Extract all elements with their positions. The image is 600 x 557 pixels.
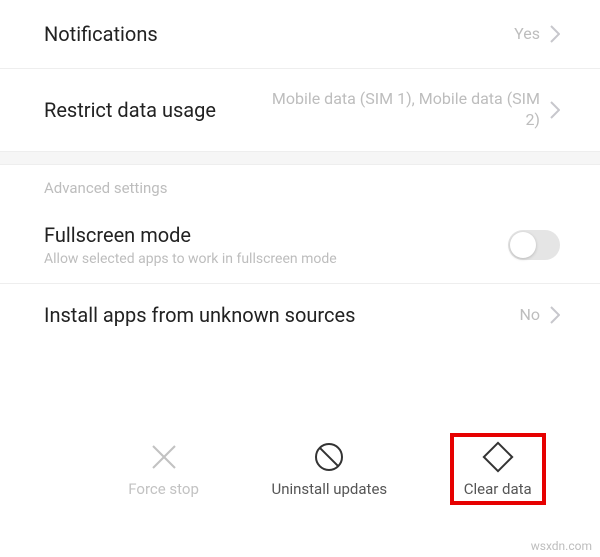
uninstall-updates-label: Uninstall updates: [271, 480, 387, 498]
force-stop-label: Force stop: [128, 480, 199, 498]
uninstall-updates-button[interactable]: Uninstall updates: [261, 433, 397, 505]
toggle-knob: [510, 232, 536, 258]
fullscreen-title: Fullscreen mode: [44, 223, 508, 247]
notifications-value: Yes: [514, 24, 540, 45]
install-unknown-value: No: [519, 305, 540, 326]
chevron-right-icon: [550, 306, 560, 324]
app-info-settings-page: Notifications Yes Restrict data usage Mo…: [0, 0, 600, 557]
fullscreen-subtitle: Allow selected apps to work in fullscree…: [44, 251, 404, 267]
restrict-data-title: Restrict data usage: [44, 98, 260, 122]
close-icon: [147, 440, 181, 474]
row-notifications[interactable]: Notifications Yes: [0, 0, 600, 68]
bottom-toolbar: Force stop Uninstall updates Clear data: [0, 425, 600, 513]
force-stop-button[interactable]: Force stop: [118, 433, 209, 505]
section-divider: [0, 151, 600, 165]
notifications-title: Notifications: [44, 22, 514, 46]
prohibit-icon: [312, 440, 346, 474]
watermark: wsxdn.com: [531, 539, 592, 553]
clear-data-button[interactable]: Clear data: [450, 433, 546, 505]
row-install-unknown[interactable]: Install apps from unknown sources No: [0, 283, 600, 347]
settings-list: Notifications Yes Restrict data usage Mo…: [0, 0, 600, 347]
chevron-right-icon: [550, 101, 560, 119]
eraser-icon: [481, 440, 515, 474]
fullscreen-toggle[interactable]: [508, 230, 560, 260]
clear-data-label: Clear data: [464, 480, 532, 498]
chevron-right-icon: [550, 25, 560, 43]
row-fullscreen-mode[interactable]: Fullscreen mode Allow selected apps to w…: [0, 207, 600, 283]
restrict-data-value: Mobile data (SIM 1), Mobile data (SIM 2): [260, 89, 540, 131]
section-header-advanced: Advanced settings: [0, 165, 600, 207]
row-restrict-data[interactable]: Restrict data usage Mobile data (SIM 1),…: [0, 68, 600, 151]
install-unknown-title: Install apps from unknown sources: [44, 302, 519, 329]
